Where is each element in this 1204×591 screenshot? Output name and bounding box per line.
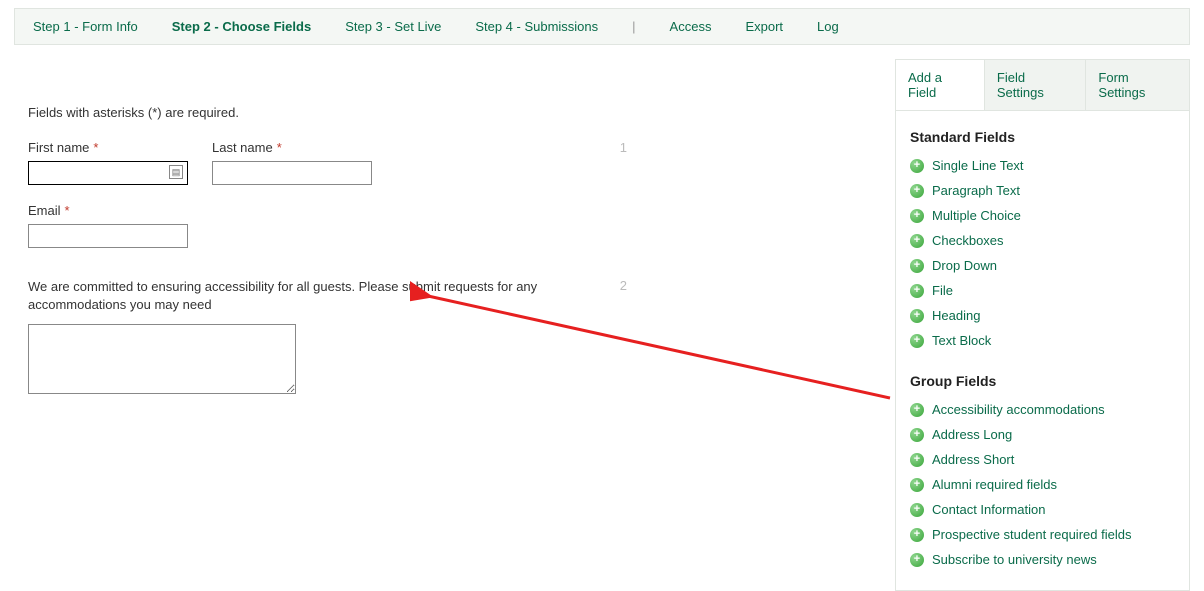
field-drop-down[interactable]: + Drop Down	[910, 253, 1175, 278]
add-icon: +	[910, 259, 924, 273]
group-address-long[interactable]: + Address Long	[910, 422, 1175, 447]
email-input[interactable]	[28, 224, 188, 248]
field-multiple-choice[interactable]: + Multiple Choice	[910, 203, 1175, 228]
add-icon: +	[910, 159, 924, 173]
nav-divider: |	[632, 19, 635, 34]
field-heading[interactable]: + Heading	[910, 303, 1175, 328]
group-alumni-required-fields[interactable]: + Alumni required fields	[910, 472, 1175, 497]
email-label: Email*	[28, 203, 877, 218]
form-builder-canvas: Fields with asterisks (*) are required. …	[0, 45, 895, 397]
field-file[interactable]: + File	[910, 278, 1175, 303]
accessibility-textarea[interactable]	[28, 324, 296, 394]
first-name-field[interactable]: First name* ▤	[28, 140, 188, 185]
add-icon: +	[910, 403, 924, 417]
field-checkboxes[interactable]: + Checkboxes	[910, 228, 1175, 253]
nav-step-3[interactable]: Step 3 - Set Live	[345, 19, 441, 34]
group-fields-heading: Group Fields	[910, 373, 1175, 389]
panel-tabs: Add a Field Field Settings Form Settings	[896, 60, 1189, 111]
required-note: Fields with asterisks (*) are required.	[28, 105, 877, 120]
email-field[interactable]: Email*	[28, 203, 877, 248]
add-icon: +	[910, 478, 924, 492]
group-address-short[interactable]: + Address Short	[910, 447, 1175, 472]
nav-step-4[interactable]: Step 4 - Submissions	[475, 19, 598, 34]
add-icon: +	[910, 234, 924, 248]
standard-fields-heading: Standard Fields	[910, 129, 1175, 145]
field-paragraph-text[interactable]: + Paragraph Text	[910, 178, 1175, 203]
tab-field-settings[interactable]: Field Settings	[985, 60, 1087, 110]
required-star: *	[93, 140, 98, 155]
group-subscribe-university-news[interactable]: + Subscribe to university news	[910, 547, 1175, 572]
group-accessibility-accommodations[interactable]: + Accessibility accommodations	[910, 397, 1175, 422]
add-icon: +	[910, 284, 924, 298]
add-icon: +	[910, 309, 924, 323]
right-panel: Add a Field Field Settings Form Settings…	[895, 59, 1190, 591]
nav-log[interactable]: Log	[817, 19, 839, 34]
tab-form-settings[interactable]: Form Settings	[1086, 60, 1189, 110]
tab-add-field[interactable]: Add a Field	[896, 60, 985, 110]
nav-access[interactable]: Access	[670, 19, 712, 34]
add-icon: +	[910, 184, 924, 198]
field-row-1: 1 First name* ▤ Last name*	[28, 140, 877, 203]
field-text-block[interactable]: + Text Block	[910, 328, 1175, 353]
add-icon: +	[910, 209, 924, 223]
nav-step-2[interactable]: Step 2 - Choose Fields	[172, 19, 311, 34]
row-number-1: 1	[620, 140, 627, 155]
last-name-label: Last name*	[212, 140, 372, 155]
nav-export[interactable]: Export	[745, 19, 783, 34]
required-star: *	[65, 203, 70, 218]
last-name-input[interactable]	[212, 161, 372, 185]
group-prospective-student-required-fields[interactable]: + Prospective student required fields	[910, 522, 1175, 547]
nav-step-1[interactable]: Step 1 - Form Info	[33, 19, 138, 34]
contact-card-icon[interactable]: ▤	[169, 165, 183, 179]
add-icon: +	[910, 334, 924, 348]
add-icon: +	[910, 503, 924, 517]
accessibility-description: We are committed to ensuring accessibili…	[28, 278, 548, 314]
add-icon: +	[910, 428, 924, 442]
add-icon: +	[910, 553, 924, 567]
add-icon: +	[910, 453, 924, 467]
field-single-line-text[interactable]: + Single Line Text	[910, 153, 1175, 178]
first-name-label: First name*	[28, 140, 188, 155]
last-name-field[interactable]: Last name*	[212, 140, 372, 185]
add-icon: +	[910, 528, 924, 542]
row-number-2: 2	[620, 278, 627, 293]
top-nav: Step 1 - Form Info Step 2 - Choose Field…	[14, 8, 1190, 45]
group-contact-information[interactable]: + Contact Information	[910, 497, 1175, 522]
required-star: *	[277, 140, 282, 155]
first-name-input[interactable]	[28, 161, 188, 185]
field-row-2: 2 We are committed to ensuring accessibi…	[28, 278, 877, 397]
